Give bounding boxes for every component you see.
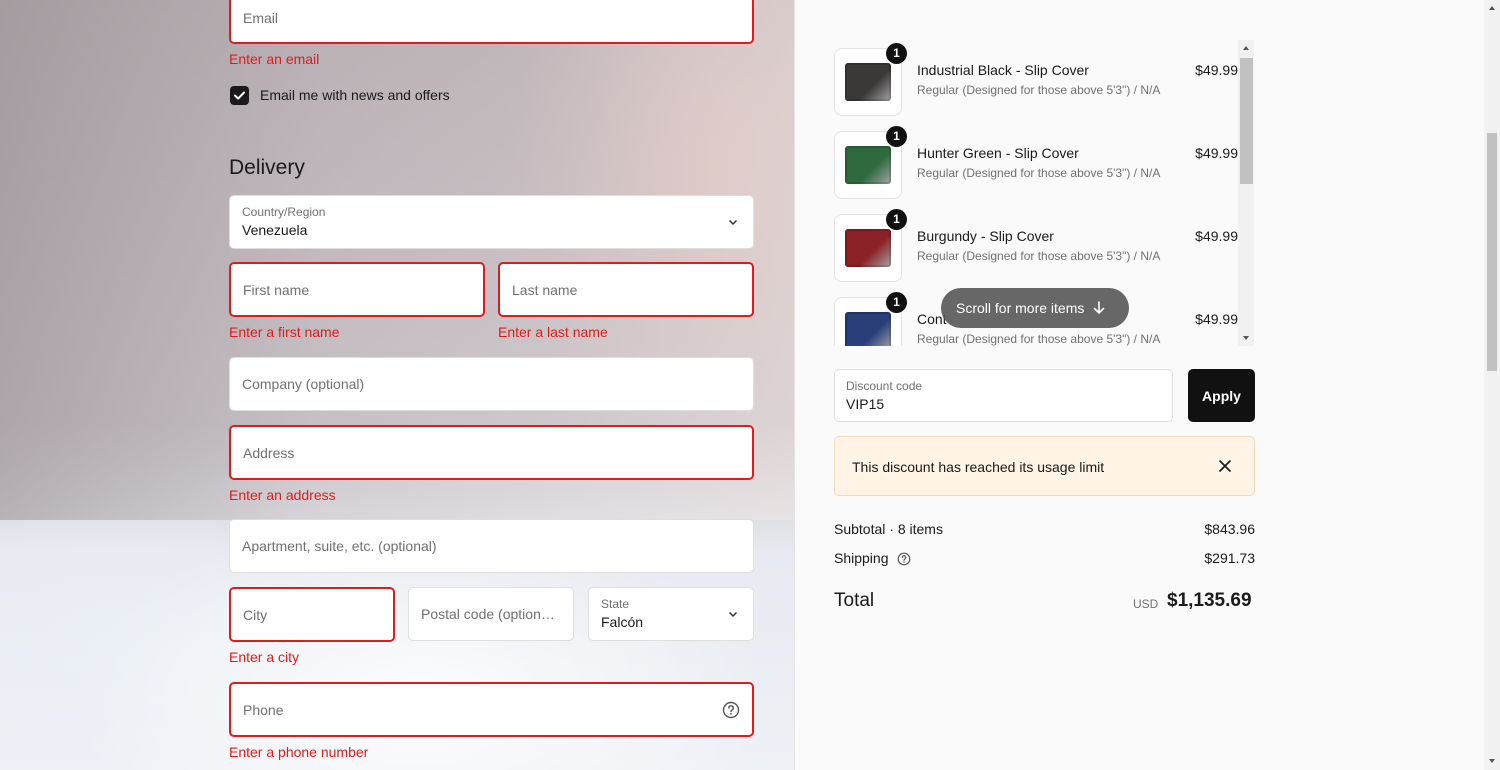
apartment-input[interactable]: Apartment, suite, etc. (optional) <box>229 519 754 573</box>
phone-placeholder: Phone <box>243 701 284 718</box>
discount-notice-text: This discount has reached its usage limi… <box>852 459 1105 475</box>
apartment-placeholder: Apartment, suite, etc. (optional) <box>242 538 437 554</box>
item-name: Burgundy - Slip Cover <box>917 228 1054 244</box>
item-name: Industrial Black - Slip Cover <box>917 62 1089 78</box>
chevron-down-icon <box>728 219 738 226</box>
phone-input[interactable]: Phone <box>229 682 754 737</box>
shipping-value: $291.73 <box>1204 550 1255 566</box>
newsletter-label: Email me with news and offers <box>260 87 450 103</box>
checkmark-icon <box>234 91 245 100</box>
last-name-error: Enter a last name <box>498 324 608 340</box>
scroll-down-icon[interactable] <box>1488 757 1496 765</box>
delivery-title: Delivery <box>229 156 305 179</box>
quantity-badge: 1 <box>886 292 907 313</box>
state-select[interactable]: State Falcón <box>588 587 754 641</box>
shipping-row: Shipping $291.73 <box>834 550 1255 566</box>
first-name-placeholder: First name <box>243 281 310 298</box>
country-select[interactable]: Country/Region Venezuela <box>229 195 754 249</box>
email-placeholder: Email <box>243 10 279 26</box>
state-label: State <box>601 597 630 611</box>
postal-code-placeholder: Postal code (option… <box>421 606 555 622</box>
subtotal-value: $843.96 <box>1204 521 1255 537</box>
apply-discount-button[interactable]: Apply <box>1188 369 1255 422</box>
arrow-down-icon <box>1094 301 1105 315</box>
quantity-badge: 1 <box>886 43 907 64</box>
item-price: $49.99 <box>1195 145 1238 161</box>
subtotal-label: Subtotal · 8 items <box>834 521 943 537</box>
scrollbar-thumb[interactable] <box>1487 133 1497 371</box>
address-input[interactable]: Address <box>229 425 754 480</box>
country-label: Country/Region <box>242 205 326 219</box>
city-placeholder: City <box>243 606 268 623</box>
total-value: $1,135.69 <box>1167 590 1252 611</box>
discount-notice: This discount has reached its usage limi… <box>834 436 1255 496</box>
last-name-placeholder: Last name <box>512 281 578 298</box>
cart-item: 1 Industrial Black - Slip Cover Regular … <box>834 40 1238 116</box>
product-image <box>845 63 891 101</box>
item-price: $49.99 <box>1195 311 1238 327</box>
city-input[interactable]: City <box>229 587 395 642</box>
close-icon[interactable] <box>1218 459 1232 473</box>
scroll-hint-label: Scroll for more items <box>956 300 1085 316</box>
item-variant: Regular (Designed for those above 5'3") … <box>917 332 1161 346</box>
discount-label: Discount code <box>846 379 923 393</box>
city-error: Enter a city <box>229 649 300 665</box>
cart-items-scrollbar[interactable] <box>1238 40 1254 346</box>
item-name: Hunter Green - Slip Cover <box>917 145 1079 161</box>
scroll-up-icon[interactable] <box>1242 44 1250 52</box>
product-image <box>845 229 891 267</box>
page-scrollbar[interactable] <box>1484 0 1500 770</box>
item-price: $49.99 <box>1195 62 1238 78</box>
company-placeholder: Company (optional) <box>242 376 365 392</box>
company-input[interactable]: Company (optional) <box>229 357 754 411</box>
subtotal-row: Subtotal · 8 items $843.96 <box>834 521 1255 537</box>
item-variant: Regular (Designed for those above 5'3") … <box>917 166 1161 180</box>
cart-item: 1 Hunter Green - Slip Cover Regular (Des… <box>834 123 1238 199</box>
scroll-for-more-button[interactable]: Scroll for more items <box>941 288 1129 328</box>
cart-item: 1 Burgundy - Slip Cover Regular (Designe… <box>834 206 1238 282</box>
total-label: Total <box>834 590 875 611</box>
discount-value: VIP15 <box>846 396 885 412</box>
first-name-error: Enter a first name <box>229 324 340 340</box>
newsletter-checkbox[interactable] <box>230 86 249 105</box>
shipping-label: Shipping <box>834 550 889 566</box>
item-variant: Regular (Designed for those above 5'3") … <box>917 83 1161 97</box>
help-icon[interactable] <box>897 552 911 566</box>
email-input[interactable]: Email <box>229 0 754 44</box>
country-value: Venezuela <box>242 222 308 238</box>
last-name-input[interactable]: Last name <box>498 262 754 317</box>
chevron-down-icon <box>728 611 738 618</box>
discount-code-input[interactable]: Discount code VIP15 <box>834 369 1173 422</box>
quantity-badge: 1 <box>886 126 907 147</box>
postal-code-input[interactable]: Postal code (option… <box>408 587 574 641</box>
address-error: Enter an address <box>229 487 336 503</box>
item-price: $49.99 <box>1195 228 1238 244</box>
help-icon[interactable] <box>722 701 740 719</box>
address-placeholder: Address <box>243 444 295 461</box>
product-image <box>845 146 891 184</box>
item-variant: Regular (Designed for those above 5'3") … <box>917 249 1161 263</box>
first-name-input[interactable]: First name <box>229 262 485 317</box>
email-error: Enter an email <box>229 51 320 67</box>
state-value: Falcón <box>601 614 644 630</box>
phone-error: Enter a phone number <box>229 744 369 760</box>
scroll-down-icon[interactable] <box>1242 334 1250 342</box>
product-image <box>845 312 891 346</box>
quantity-badge: 1 <box>886 209 907 230</box>
scrollbar-thumb[interactable] <box>1240 58 1253 184</box>
scroll-up-icon[interactable] <box>1488 4 1496 12</box>
total-currency: USD <box>1133 597 1159 611</box>
